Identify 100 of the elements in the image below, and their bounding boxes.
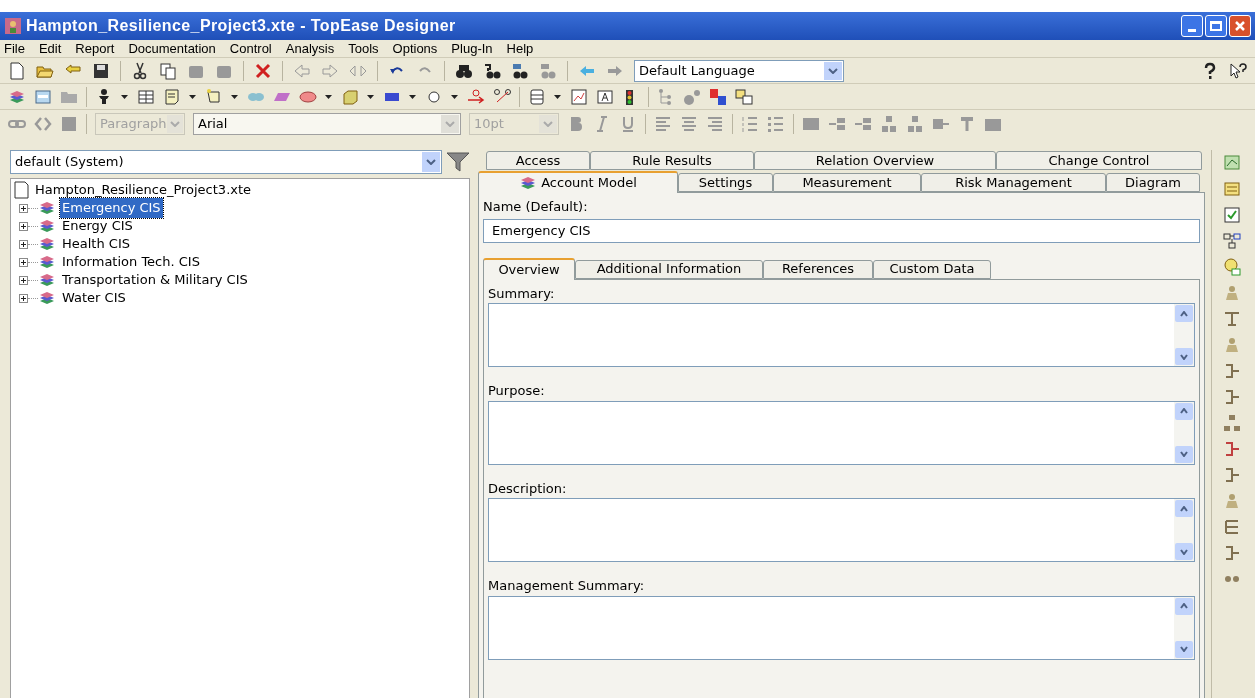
scroll-up-button[interactable] bbox=[1175, 500, 1193, 517]
tree-item[interactable]: Information Tech. CIS bbox=[60, 252, 202, 272]
expand-icon[interactable] bbox=[19, 293, 28, 303]
language-dropdown[interactable]: Default Language bbox=[634, 59, 844, 82]
save-icon[interactable] bbox=[92, 61, 110, 80]
expand-icon[interactable] bbox=[19, 239, 28, 249]
insert-column-icon[interactable] bbox=[880, 115, 898, 133]
org-chart-icon[interactable] bbox=[1222, 414, 1241, 432]
tab[interactable]: Settings bbox=[678, 173, 773, 192]
tab[interactable]: Measurement bbox=[773, 173, 921, 192]
expand-icon[interactable] bbox=[19, 257, 28, 267]
delete-icon[interactable] bbox=[254, 61, 272, 80]
align-left-icon[interactable] bbox=[654, 115, 672, 133]
numbered-icon[interactable] bbox=[709, 87, 727, 106]
maximize-button[interactable] bbox=[1205, 15, 1227, 37]
tree-item[interactable]: Transportation & Military CIS bbox=[60, 270, 250, 290]
chevron-down-icon bbox=[169, 121, 180, 127]
menu-item[interactable]: Analysis bbox=[285, 38, 335, 59]
filter-dropdown[interactable]: default (System) bbox=[10, 150, 442, 174]
text-area[interactable] bbox=[488, 498, 1195, 562]
map-icon[interactable] bbox=[1222, 154, 1241, 172]
scroll-down-button[interactable] bbox=[1175, 348, 1193, 365]
bullet-list-icon[interactable] bbox=[767, 115, 785, 133]
menu-item[interactable]: Plug-In bbox=[451, 38, 493, 59]
bulb-icon[interactable] bbox=[1222, 258, 1241, 276]
checklist-icon[interactable] bbox=[1222, 180, 1241, 198]
menu-item[interactable]: Documentation bbox=[128, 38, 216, 59]
text-area[interactable] bbox=[488, 595, 1195, 660]
scroll-up-button[interactable] bbox=[1175, 305, 1193, 322]
network-icon[interactable] bbox=[683, 87, 701, 106]
cube-icon[interactable] bbox=[341, 87, 359, 106]
cut-icon[interactable] bbox=[131, 61, 149, 80]
tree-item[interactable]: Hampton_Resilience_Project3.xte bbox=[35, 180, 252, 200]
scroll-up-button[interactable] bbox=[1175, 597, 1193, 615]
menu-item[interactable]: Edit bbox=[38, 38, 62, 59]
tree-item[interactable]: Emergency CIS bbox=[60, 198, 163, 218]
scrollbar[interactable] bbox=[1174, 499, 1194, 561]
copy-icon[interactable] bbox=[159, 61, 177, 80]
window-title: Hampton_Resilience_Project3.xte - TopEase Designer bbox=[26, 16, 456, 36]
scroll-down-button[interactable] bbox=[1175, 543, 1193, 560]
text-area[interactable] bbox=[488, 303, 1195, 367]
code-icon[interactable] bbox=[34, 115, 52, 133]
text-box-icon[interactable] bbox=[596, 87, 614, 106]
expand-icon[interactable] bbox=[19, 221, 28, 231]
scroll-up-button[interactable] bbox=[1175, 402, 1193, 420]
tree-item[interactable]: Health CIS bbox=[60, 234, 132, 254]
scrollbar[interactable] bbox=[1174, 304, 1194, 366]
menu-item[interactable]: Options bbox=[392, 38, 438, 59]
minimize-button[interactable] bbox=[1181, 15, 1203, 37]
menu-item[interactable]: Help bbox=[506, 38, 534, 59]
scroll-icon[interactable] bbox=[205, 87, 223, 106]
chevron-up-icon bbox=[1180, 408, 1188, 414]
name-field[interactable]: Emergency CIS bbox=[483, 218, 1200, 243]
tab[interactable]: Access bbox=[486, 151, 590, 170]
insert-row-icon[interactable] bbox=[828, 115, 846, 133]
align-center-icon[interactable] bbox=[680, 115, 698, 133]
expand-icon[interactable] bbox=[19, 275, 28, 285]
menu-item[interactable]: Report bbox=[75, 38, 115, 59]
text-area[interactable] bbox=[488, 400, 1195, 465]
tab[interactable]: Change Control bbox=[996, 151, 1202, 170]
list-icon[interactable] bbox=[528, 87, 546, 106]
menu-item[interactable]: Tools bbox=[348, 38, 379, 59]
expand-icon[interactable] bbox=[19, 203, 28, 213]
close-button[interactable] bbox=[1229, 15, 1251, 37]
tab[interactable]: Overview bbox=[483, 257, 575, 280]
numbered-list-icon[interactable] bbox=[741, 115, 759, 133]
menu-item[interactable]: File bbox=[4, 38, 25, 59]
align-right-icon[interactable] bbox=[706, 115, 724, 133]
flowchart-icon[interactable] bbox=[1222, 232, 1241, 250]
layers-icon bbox=[38, 199, 56, 217]
tab[interactable]: Account Model bbox=[478, 171, 678, 193]
tab[interactable]: Rule Results bbox=[590, 151, 754, 170]
scrollbar[interactable] bbox=[1174, 401, 1194, 464]
chevron-down-icon bbox=[1180, 646, 1188, 652]
tab[interactable]: References bbox=[763, 259, 873, 279]
translate-icon[interactable] bbox=[735, 87, 753, 106]
scrollbar[interactable] bbox=[1174, 596, 1194, 659]
tree-item[interactable]: Water CIS bbox=[60, 288, 128, 308]
pointer-help-icon[interactable] bbox=[1229, 61, 1247, 80]
format-dropdown[interactable]: Arial bbox=[193, 113, 461, 135]
tab[interactable]: Risk Management bbox=[921, 173, 1106, 192]
tab[interactable]: Custom Data bbox=[873, 259, 991, 279]
scroll-down-button[interactable] bbox=[1175, 445, 1193, 463]
tab[interactable]: Diagram bbox=[1106, 173, 1200, 192]
tree-item[interactable]: Energy CIS bbox=[60, 216, 135, 236]
insert-row-icon[interactable] bbox=[854, 115, 872, 133]
new-document-icon[interactable] bbox=[8, 61, 26, 80]
filter-icon[interactable] bbox=[446, 152, 470, 172]
checkbox-icon[interactable] bbox=[1222, 206, 1241, 224]
tab[interactable]: Relation Overview bbox=[754, 151, 996, 170]
arrow-right-icon[interactable] bbox=[467, 87, 485, 106]
document-icon bbox=[13, 181, 29, 199]
scroll-down-button[interactable] bbox=[1175, 640, 1193, 658]
insert-column-icon[interactable] bbox=[906, 115, 924, 133]
form-icon[interactable] bbox=[34, 87, 52, 106]
menu-item[interactable]: Control bbox=[229, 38, 272, 59]
document-icon[interactable] bbox=[163, 87, 181, 106]
chevron-up-icon bbox=[1180, 310, 1188, 317]
tab[interactable]: Additional Information bbox=[575, 259, 763, 279]
chart-icon[interactable] bbox=[570, 87, 588, 106]
